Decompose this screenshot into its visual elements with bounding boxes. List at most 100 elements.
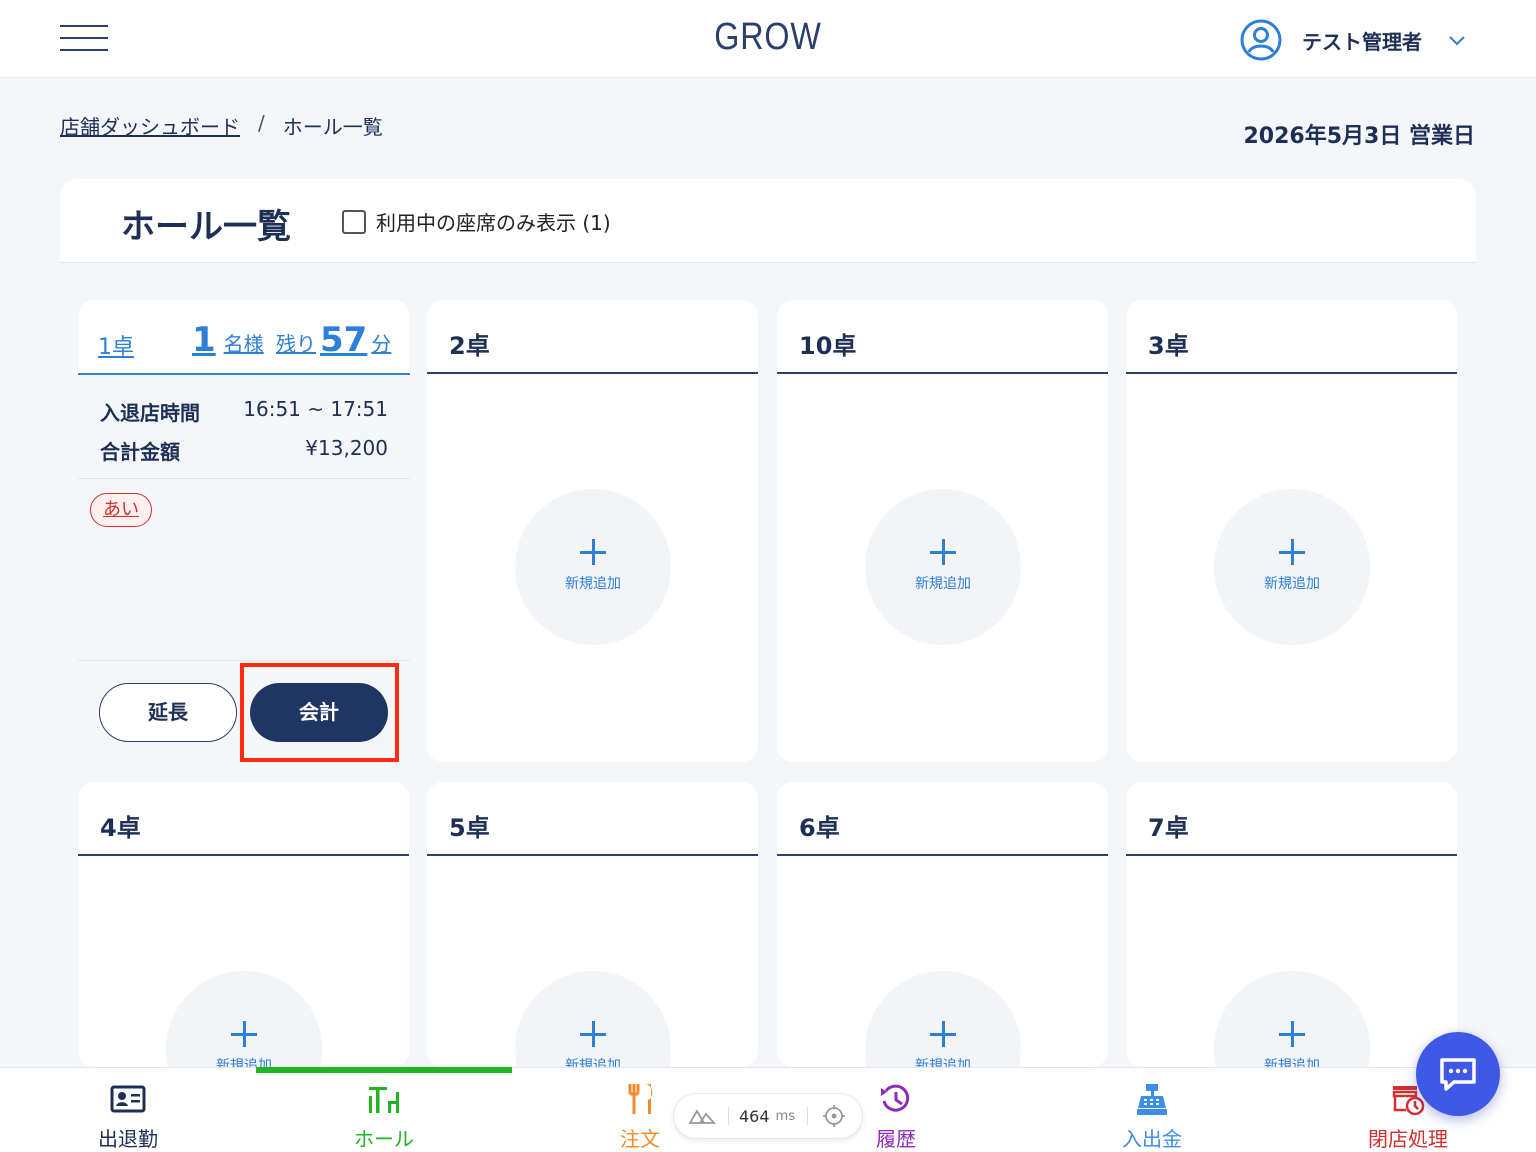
in-use-filter[interactable]: 利用中の座席のみ表示 (1) — [342, 207, 611, 236]
checkout-highlight-box — [240, 663, 399, 762]
in-use-filter-checkbox[interactable] — [342, 209, 366, 234]
plus-icon — [1279, 539, 1305, 565]
table-name: 5卓 — [449, 814, 490, 842]
nav-label: ホール — [354, 1127, 414, 1151]
breadcrumb-dashboard-link[interactable]: 店舗ダッシュボード — [60, 111, 240, 140]
active-card-header: 1卓 1 名様 残り 57 分 — [78, 300, 410, 375]
table-name: 4卓 — [100, 814, 141, 842]
add-new-button[interactable]: 新規追加 — [515, 971, 671, 1067]
add-new-label: 新規追加 — [1264, 1058, 1320, 1067]
breadcrumb-separator: / — [258, 111, 265, 135]
business-date: 2026年5月3日 営業日 — [1243, 124, 1475, 149]
table-card: 3卓 新規追加 — [1126, 300, 1457, 762]
crosshair-icon[interactable] — [822, 1104, 846, 1128]
nav-label: 出退勤 — [98, 1127, 158, 1151]
table-name: 3卓 — [1148, 332, 1189, 360]
divider — [777, 854, 1108, 856]
add-new-button[interactable]: 新規追加 — [166, 971, 322, 1067]
entry-time-value: 16:51 ~ 17:51 — [243, 397, 388, 421]
table-card: 6卓 新規追加 — [777, 782, 1108, 1067]
perf-indicator[interactable]: 464 ms — [673, 1093, 863, 1139]
chat-icon — [1440, 1058, 1476, 1091]
add-new-button[interactable]: 新規追加 — [1214, 971, 1370, 1067]
nuxt-icon — [688, 1109, 716, 1124]
divider — [427, 854, 758, 856]
nav-cash[interactable]: 入出金 — [1024, 1068, 1280, 1152]
divider — [1126, 854, 1457, 856]
plus-icon — [231, 1021, 257, 1047]
entry-time-label: 入退店時間 — [100, 401, 200, 425]
nav-attendance[interactable]: 出退勤 — [0, 1068, 256, 1152]
user-avatar-icon — [1240, 19, 1282, 61]
nav-hall[interactable]: ホール — [256, 1068, 512, 1152]
add-new-label: 新規追加 — [216, 1058, 272, 1067]
active-card-info: 入退店時間 16:51 ~ 17:51 合計金額 ¥13,200 — [78, 377, 410, 479]
table-name: 6卓 — [799, 814, 840, 842]
divider — [78, 854, 409, 856]
remaining-minutes: 57 — [320, 320, 368, 360]
table-card: 2卓 新規追加 — [427, 300, 758, 762]
extend-button[interactable]: 延長 — [99, 683, 237, 742]
fork-knife-icon — [628, 1084, 653, 1114]
user-menu[interactable]: テスト管理者 — [1240, 18, 1466, 62]
table-card: 4卓 新規追加 — [78, 782, 409, 1067]
table-card: 5卓 新規追加 — [427, 782, 758, 1067]
remaining-time-link[interactable]: 残り 57 分 — [276, 320, 391, 360]
table-name: 7卓 — [1148, 814, 1189, 842]
divider — [777, 372, 1108, 374]
chevron-down-icon — [1449, 36, 1465, 46]
plus-icon — [930, 539, 956, 565]
plus-icon — [930, 1021, 956, 1047]
in-use-filter-label: 利用中の座席のみ表示 (1) — [376, 211, 611, 235]
menu-icon[interactable] — [60, 24, 108, 52]
customer-tag[interactable]: あい — [90, 493, 152, 527]
plus-icon — [580, 539, 606, 565]
app-logo: GROW — [714, 16, 822, 58]
nav-label: 閉店処理 — [1368, 1127, 1448, 1151]
app-header: GROW テスト管理者 — [0, 0, 1536, 78]
page-title: ホール一覧 — [121, 207, 291, 247]
entry-time-row: 入退店時間 16:51 ~ 17:51 — [100, 397, 388, 426]
guest-count-link[interactable]: 1 名様 — [192, 320, 264, 360]
divider — [1126, 372, 1457, 374]
add-new-button[interactable]: 新規追加 — [865, 489, 1021, 645]
add-new-label: 新規追加 — [565, 1058, 621, 1067]
breadcrumb: 店舗ダッシュボード / ホール一覧 — [60, 111, 383, 140]
history-icon — [881, 1084, 910, 1112]
divider — [728, 1107, 729, 1125]
total-value: ¥13,200 — [305, 436, 388, 460]
plus-icon — [1279, 1021, 1305, 1047]
remaining-prefix: 残り — [276, 332, 316, 356]
add-new-button[interactable]: 新規追加 — [865, 971, 1021, 1067]
add-new-label: 新規追加 — [565, 576, 621, 592]
add-new-label: 新規追加 — [915, 1058, 971, 1067]
chat-button[interactable] — [1416, 1032, 1500, 1116]
table-name-link[interactable]: 1卓 — [98, 329, 134, 361]
cash-register-icon — [1137, 1084, 1167, 1115]
perf-value: 464 — [739, 1106, 770, 1126]
nav-active-indicator — [256, 1067, 512, 1073]
perf-unit: ms — [775, 1108, 795, 1124]
guest-unit: 名様 — [223, 332, 264, 356]
add-new-label: 新規追加 — [915, 576, 971, 592]
divider — [78, 660, 410, 661]
total-row: 合計金額 ¥13,200 — [100, 436, 388, 465]
add-new-label: 新規追加 — [1264, 576, 1320, 592]
guest-count: 1 — [192, 320, 216, 360]
table-card: 7卓 新規追加 — [1126, 782, 1457, 1067]
user-name: テスト管理者 — [1302, 29, 1422, 54]
remaining-unit: 分 — [371, 332, 392, 356]
divider — [427, 372, 758, 374]
add-new-button[interactable]: 新規追加 — [515, 489, 671, 645]
total-label: 合計金額 — [100, 440, 180, 464]
table-name: 10卓 — [799, 332, 857, 360]
table-card: 10卓 新規追加 — [777, 300, 1108, 762]
table-chairs-icon — [369, 1087, 399, 1113]
table-name: 2卓 — [449, 332, 490, 360]
panel-header: ホール一覧 利用中の座席のみ表示 (1) — [60, 179, 1476, 263]
add-new-button[interactable]: 新規追加 — [1214, 489, 1370, 645]
divider — [806, 1107, 808, 1125]
id-card-icon — [110, 1085, 146, 1113]
nav-label: 入出金 — [1122, 1127, 1182, 1151]
plus-icon — [580, 1021, 606, 1047]
